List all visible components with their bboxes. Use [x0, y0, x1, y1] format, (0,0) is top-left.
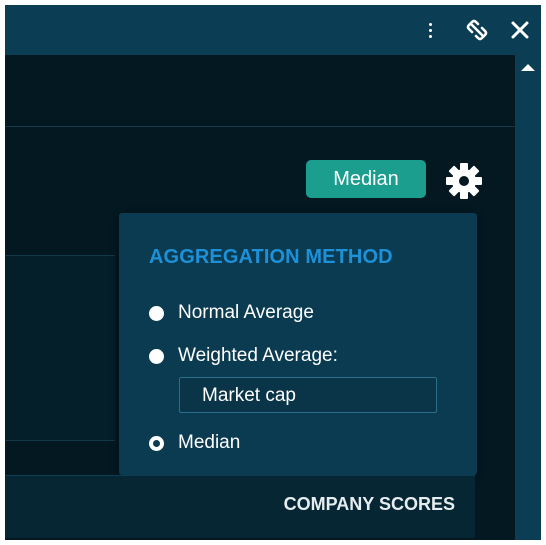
- aggregation-popup: AGGREGATION METHOD Normal Average Weight…: [119, 213, 477, 475]
- company-scores-bar: COMPANY SCORES: [5, 475, 475, 538]
- divider: [5, 440, 115, 441]
- option-median[interactable]: Median: [149, 430, 240, 456]
- aggregation-badge[interactable]: Median: [306, 160, 426, 198]
- titlebar: [5, 5, 541, 55]
- unlink-icon[interactable]: [464, 17, 490, 43]
- option-normal-average[interactable]: Normal Average: [149, 300, 314, 326]
- close-icon[interactable]: [507, 17, 533, 43]
- option-label: Weighted Average:: [178, 345, 338, 366]
- scrollbar[interactable]: [515, 55, 541, 540]
- radio-median[interactable]: [149, 435, 164, 451]
- weight-field[interactable]: Market cap: [179, 377, 437, 413]
- option-label: Normal Average: [178, 302, 314, 323]
- more-vertical-icon[interactable]: [417, 17, 443, 43]
- popup-title: AGGREGATION METHOD: [149, 246, 393, 268]
- option-weighted-average[interactable]: Weighted Average:: [149, 343, 338, 369]
- radio-normal-average[interactable]: [149, 305, 164, 321]
- scroll-up-icon[interactable]: [521, 64, 535, 71]
- radio-weighted-average[interactable]: [149, 348, 164, 364]
- divider: [5, 255, 115, 256]
- option-label: Median: [178, 432, 241, 453]
- window: Median AGGREGATION METHOD Normal Average: [5, 5, 541, 540]
- gear-icon[interactable]: [444, 161, 484, 201]
- left-panel: [5, 255, 115, 440]
- company-scores-label[interactable]: COMPANY SCORES: [284, 494, 455, 515]
- divider: [5, 126, 515, 127]
